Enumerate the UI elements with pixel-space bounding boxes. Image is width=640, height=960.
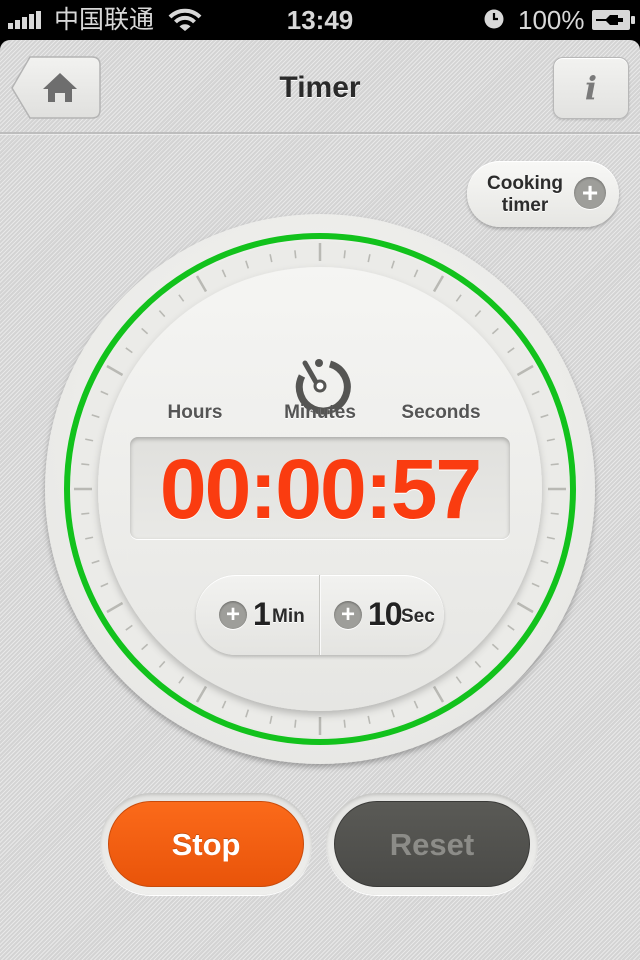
- seconds-label: Seconds: [401, 402, 481, 423]
- minor-tick: [550, 463, 559, 466]
- plus-icon: +: [219, 601, 247, 629]
- timer-app: Timer i Cooking timer + Hours Minutes Se…: [0, 40, 640, 960]
- plus-icon: +: [574, 177, 606, 209]
- increment-group: + 1 Min + 10 Sec: [196, 575, 444, 655]
- minutes-label: Minutes: [284, 402, 356, 423]
- time-readout: 00:00:57: [159, 442, 482, 536]
- minor-tick: [81, 463, 90, 466]
- minor-tick: [294, 250, 297, 259]
- hours-label: Hours: [167, 402, 223, 423]
- plus-icon: +: [334, 601, 362, 629]
- minor-tick: [81, 512, 90, 515]
- increment-value: 1: [253, 596, 271, 632]
- increment-value: 10: [368, 596, 403, 632]
- stop-button[interactable]: Stop: [108, 801, 304, 887]
- add-10-sec-button[interactable]: + 10 Sec: [320, 575, 444, 655]
- minor-tick: [550, 512, 559, 515]
- clock-icon: [484, 9, 504, 29]
- battery-percent: 100%: [518, 5, 585, 35]
- add-1-min-button[interactable]: + 1 Min: [196, 575, 320, 655]
- stop-button-well: Stop: [100, 793, 312, 895]
- cooking-timer-label: Cooking timer: [487, 173, 563, 216]
- battery-charging-icon: [592, 10, 635, 30]
- reset-button[interactable]: Reset: [334, 801, 530, 887]
- minor-tick: [343, 719, 346, 728]
- increment-unit: Sec: [401, 606, 435, 627]
- minor-tick: [294, 719, 297, 728]
- minor-tick: [343, 250, 346, 259]
- status-bar: 中国联通 13:49 100%: [0, 0, 640, 40]
- time-display: 00:00:57: [130, 437, 510, 539]
- cooking-timer-button[interactable]: Cooking timer +: [467, 161, 619, 227]
- increment-unit: Min: [272, 606, 305, 627]
- reset-button-well: Reset: [326, 793, 538, 895]
